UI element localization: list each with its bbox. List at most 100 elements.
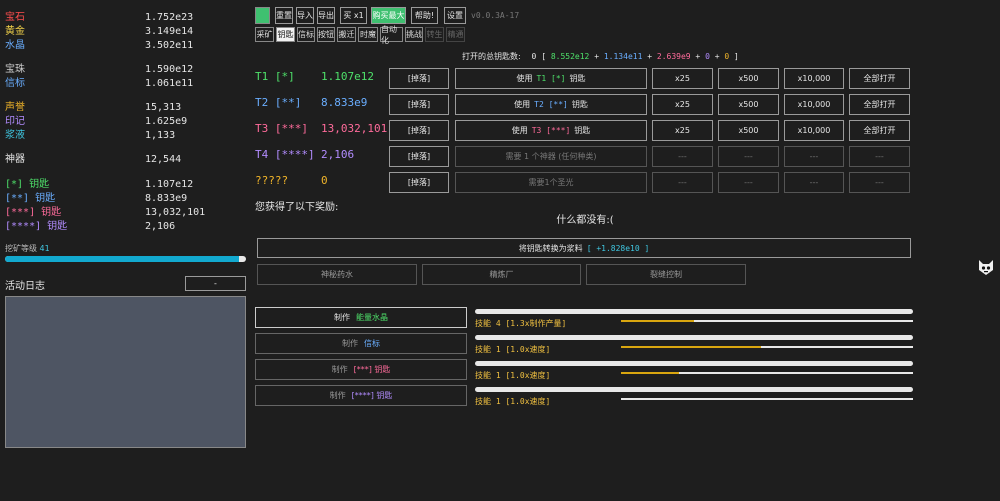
use-key-prefix: 使用	[511, 126, 528, 135]
drop-button[interactable]: [掉落]	[389, 68, 449, 89]
open-all-button[interactable]: 全部打开	[849, 94, 910, 115]
convert-keys-button[interactable]: 将钥匙转换为浆料 [ +1.828e10 ]	[257, 238, 911, 258]
locked-open-button[interactable]: ---	[849, 146, 910, 167]
buy-max-button[interactable]: 购买最大	[371, 7, 406, 24]
drop-button[interactable]: [掉落]	[389, 172, 449, 193]
locked-requirement-button[interactable]: 需要1个圣光	[455, 172, 647, 193]
resource-row: 宝珠 1.590e12	[5, 63, 195, 77]
open-x10000-button[interactable]: x10,000	[784, 120, 844, 141]
use-key-button[interactable]: 使用 T1 [*] 钥匙	[455, 68, 647, 89]
craft-item: 信标	[364, 339, 380, 348]
resource-label: 浆液	[5, 130, 25, 141]
resource-label: 宝珠	[5, 64, 25, 75]
tab-challenges[interactable]: 挑战	[405, 27, 423, 42]
use-key-suffix: 钥匙	[569, 74, 586, 83]
tab-relocate[interactable]: 搬迁	[337, 27, 356, 42]
drop-button[interactable]: [掉落]	[389, 120, 449, 141]
skill-sub-progress	[621, 398, 913, 400]
resource-value: 15,313	[145, 102, 182, 113]
open-x10000-button[interactable]: x10,000	[784, 68, 844, 89]
plus-sign: +	[714, 52, 720, 61]
craft-button[interactable]: 制作 能量水晶	[255, 307, 467, 328]
locked-open-button[interactable]: ---	[718, 172, 779, 193]
open-all-button[interactable]: 全部打开	[849, 120, 910, 141]
drop-button[interactable]: [掉落]	[389, 146, 449, 167]
use-key-prefix: 使用	[516, 74, 533, 83]
locked-open-button[interactable]: ---	[784, 172, 844, 193]
toolbar-green-button[interactable]	[255, 7, 270, 24]
resource-row: 浆液 1,133	[5, 129, 195, 143]
open-x25-button[interactable]: x25	[652, 94, 713, 115]
locked-requirement-button[interactable]: 需要 1 个神器 (任何种类)	[455, 146, 647, 167]
tab-buttons[interactable]: 按钮	[317, 27, 335, 42]
tier-count: 0	[321, 174, 328, 187]
tab-mining[interactable]: 采矿	[255, 27, 274, 42]
resource-row: [**] 钥匙 8.833e9	[5, 192, 195, 206]
tab-keys[interactable]: 钥匙	[276, 27, 295, 42]
resource-label: 神器	[5, 154, 25, 165]
locked-open-button[interactable]: ---	[718, 146, 779, 167]
open-x500-button[interactable]: x500	[718, 68, 779, 89]
total-keys-t3: 2.639e9	[656, 52, 691, 61]
mining-level-text: 挖矿等级	[5, 244, 37, 253]
settings-button[interactable]: 设置	[444, 7, 466, 24]
activity-log-panel[interactable]	[5, 296, 246, 448]
locked-open-button[interactable]: ---	[849, 172, 910, 193]
resource-label: 信标	[5, 78, 25, 89]
use-key-button[interactable]: 使用 T2 [**] 钥匙	[455, 94, 647, 115]
convert-amount: [ +1.828e10 ]	[586, 243, 650, 253]
cat-avatar-icon[interactable]	[977, 258, 995, 276]
tier-count: 8.833e9	[321, 96, 368, 109]
buy-x1-button[interactable]: 买 x1	[340, 7, 367, 24]
tab-time-magic[interactable]: 时魔	[358, 27, 378, 42]
import-button[interactable]: 导入	[296, 7, 314, 24]
mining-progress-fill	[5, 256, 239, 262]
locked-open-button[interactable]: ---	[784, 146, 844, 167]
open-x500-button[interactable]: x500	[718, 120, 779, 141]
resource-row: 声誉 15,313	[5, 101, 195, 115]
locked-open-button[interactable]: ---	[652, 146, 713, 167]
mystery-potion-button[interactable]: 神秘药水	[257, 264, 417, 285]
refinery-button[interactable]: 精炼厂	[422, 264, 581, 285]
tier-name: T1 [*]	[255, 70, 295, 83]
resource-label: 黄金	[5, 26, 25, 37]
resource-row: 神器 12,544	[5, 153, 195, 167]
resource-row: [***] 钥匙 13,032,101	[5, 206, 205, 220]
open-all-button[interactable]: 全部打开	[849, 68, 910, 89]
craft-button[interactable]: 制作 [***] 钥匙	[255, 359, 467, 380]
tab-rebirth[interactable]: 转生	[425, 27, 444, 42]
rift-control-button[interactable]: 裂缝控制	[586, 264, 746, 285]
open-x25-button[interactable]: x25	[652, 120, 713, 141]
open-x500-button[interactable]: x500	[718, 94, 779, 115]
craft-prefix: 制作	[342, 339, 358, 348]
tier-name: T3 [***]	[255, 122, 308, 135]
total-keys-t1: 8.552e12	[550, 52, 590, 61]
use-key-button[interactable]: 使用 T3 [***] 钥匙	[455, 120, 647, 141]
locked-open-button[interactable]: ---	[652, 172, 713, 193]
drop-button[interactable]: [掉落]	[389, 94, 449, 115]
open-x25-button[interactable]: x25	[652, 68, 713, 89]
mining-level-label: 挖矿等级 41	[5, 243, 50, 254]
total-keys-line: 打开的总钥匙数: 0 [ 8.552e12 + 1.134e11 + 2.639…	[462, 51, 739, 62]
skill-label: 技能 4 [1.3x制作产量]	[475, 319, 567, 328]
resource-row: [****] 钥匙 2,106	[5, 220, 195, 234]
total-keys-bracket-close: ]	[734, 52, 739, 61]
resource-label: 水晶	[5, 40, 25, 51]
tier-count: 1.107e12	[321, 70, 374, 83]
help-button[interactable]: 帮助!	[411, 7, 438, 24]
craft-button[interactable]: 制作 信标	[255, 333, 467, 354]
tab-automation[interactable]: 自动化	[380, 25, 403, 45]
resource-label: 宝石	[5, 12, 25, 23]
export-button[interactable]: 导出	[317, 7, 335, 24]
skill-sub-fill	[621, 320, 694, 322]
craft-button[interactable]: 制作 [****] 钥匙	[255, 385, 467, 406]
tier-name: T2 [**]	[255, 96, 302, 109]
use-key-tier: T2 [**]	[534, 100, 568, 109]
tab-mastery[interactable]: 精通	[446, 27, 465, 42]
log-toggle-button[interactable]: -	[185, 276, 246, 291]
resource-value: 1.752e23	[145, 12, 194, 23]
open-x10000-button[interactable]: x10,000	[784, 94, 844, 115]
reset-button[interactable]: 重置	[275, 7, 293, 24]
tab-beacons[interactable]: 信标	[297, 27, 315, 42]
rewards-empty: 什么都没有:(	[556, 215, 614, 226]
